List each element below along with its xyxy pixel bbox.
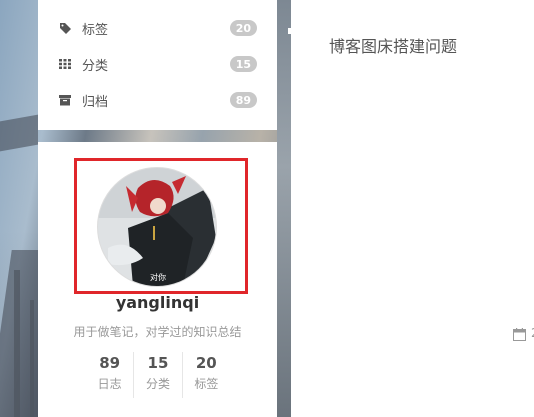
menu-item-label: 归档 — [82, 94, 109, 110]
stat-tags[interactable]: 20 标签 — [181, 352, 230, 398]
background-strip — [277, 0, 291, 417]
menu-item-tags[interactable]: 标签 20 — [38, 10, 277, 46]
stat-categories[interactable]: 15 分类 — [133, 352, 181, 398]
stat-count: 15 — [147, 354, 169, 372]
main-content: 博客图床搭建问题 2 — [291, 0, 534, 417]
site-stats: 89 日志 15 分类 20 标签 — [86, 352, 230, 398]
post-title[interactable]: 博客图床搭建问题 — [329, 33, 457, 57]
author-description: 用于做笔记，对学过的知识总结 — [73, 325, 242, 339]
stat-count: 89 — [99, 354, 121, 372]
count-badge: 20 — [229, 20, 257, 36]
tags-icon — [58, 21, 72, 35]
grid-icon — [58, 57, 72, 71]
stat-label: 分类 — [145, 377, 170, 391]
avatar[interactable]: 对你 — [97, 167, 217, 287]
calendar-icon — [513, 326, 526, 345]
archive-icon — [58, 93, 72, 107]
author-name: yanglinqi — [115, 293, 200, 312]
sidebar-menu: 标签 20 分类 15 归档 89 — [38, 0, 277, 130]
menu-item-categories[interactable]: 分类 15 — [38, 46, 277, 82]
highlight-frame: 对你 — [74, 158, 248, 294]
stat-posts[interactable]: 89 日志 — [86, 352, 133, 398]
menu-item-archives[interactable]: 归档 89 — [38, 82, 277, 118]
stat-count: 20 — [195, 354, 217, 372]
stat-label: 日志 — [97, 377, 122, 391]
avatar-caption: 对你 — [150, 272, 166, 282]
author-card: 对你 yanglinqi 用于做笔记，对学过的知识总结 89 日志 15 分类 … — [38, 142, 277, 417]
count-badge: 15 — [229, 56, 257, 72]
count-badge: 89 — [229, 92, 257, 108]
menu-item-label: 分类 — [82, 58, 109, 74]
menu-item-label: 标签 — [82, 22, 109, 38]
stat-label: 标签 — [194, 377, 219, 391]
